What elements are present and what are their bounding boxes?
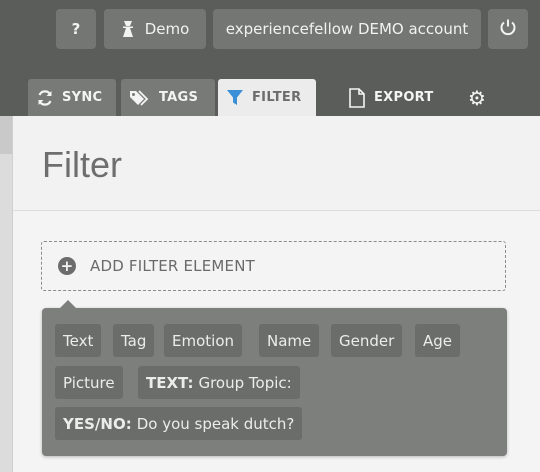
tab-bar: SYNC TAGS FILTER EXPORT ⚙ — [0, 64, 540, 116]
question-label: Do you speak dutch? — [136, 414, 295, 433]
filter-option-text-question[interactable]: TEXT: Group Topic: — [138, 366, 300, 399]
question-label: Group Topic: — [198, 373, 292, 392]
side-strip-marker — [0, 116, 12, 154]
sync-icon — [38, 89, 52, 106]
gear-icon: ⚙ — [468, 85, 487, 110]
tab-export-label: EXPORT — [374, 90, 434, 105]
user-menu-button[interactable]: Demo — [104, 9, 206, 49]
tab-export[interactable]: EXPORT — [340, 79, 456, 116]
question-type: YES/NO: — [63, 414, 132, 433]
filter-option-text[interactable]: Text — [55, 324, 102, 357]
top-bar: ? Demo experiencefellow DEMO account — [0, 0, 540, 64]
settings-button[interactable]: ⚙ — [462, 79, 498, 116]
filter-options-popover: Text Tag Emotion Name Gender Age Picture… — [42, 300, 507, 456]
add-filter-label: ADD FILTER ELEMENT — [90, 257, 256, 275]
plus-circle-icon: + — [58, 257, 76, 275]
filter-option-yesno-question[interactable]: YES/NO: Do you speak dutch? — [55, 407, 303, 440]
panel-header: Filter — [13, 116, 540, 211]
tab-tags[interactable]: TAGS — [121, 79, 215, 116]
filter-option-emotion[interactable]: Emotion — [164, 324, 242, 357]
tag-icon — [130, 89, 149, 106]
page-title: Filter — [42, 144, 122, 185]
filter-option-gender[interactable]: Gender — [331, 324, 403, 357]
filter-option-picture[interactable]: Picture — [55, 366, 123, 399]
tab-tags-label: TAGS — [159, 90, 199, 105]
user-name: Demo — [144, 20, 190, 38]
side-strip — [0, 116, 13, 472]
tab-sync-label: SYNC — [62, 90, 103, 105]
add-filter-element-button[interactable]: + ADD FILTER ELEMENT — [41, 241, 506, 291]
filter-option-age[interactable]: Age — [415, 324, 461, 357]
logout-button[interactable] — [488, 9, 528, 49]
tab-sync[interactable]: SYNC — [28, 79, 116, 116]
power-icon — [499, 18, 517, 41]
user-icon — [121, 20, 135, 38]
filter-icon — [227, 89, 243, 105]
tab-filter-label: FILTER — [252, 90, 302, 105]
filter-panel: Filter + ADD FILTER ELEMENT Text Tag Emo… — [13, 116, 540, 472]
tab-filter[interactable]: FILTER — [218, 79, 316, 116]
document-icon — [349, 87, 365, 108]
filter-option-tag[interactable]: Tag — [113, 324, 155, 357]
question-type: TEXT: — [146, 373, 194, 392]
account-switch-button[interactable]: experiencefellow DEMO account — [213, 9, 481, 49]
filter-option-name[interactable]: Name — [259, 324, 320, 357]
help-button[interactable]: ? — [56, 9, 96, 49]
